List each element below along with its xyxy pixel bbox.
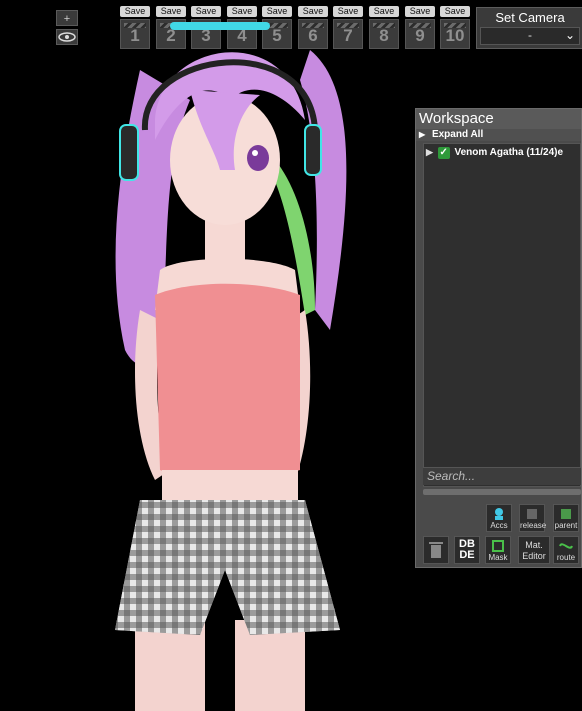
- expand-all-label: Expand All: [431, 129, 484, 140]
- release-label: release: [520, 521, 547, 530]
- save-camera-button[interactable]: Save: [440, 6, 470, 17]
- parent-button[interactable]: parent: [553, 504, 579, 532]
- parent-icon: [561, 509, 571, 519]
- collapse-triangle-icon[interactable]: ▶: [426, 147, 433, 157]
- camera-select-value: -: [528, 28, 532, 42]
- mat-editor-button[interactable]: Mat. Editor: [518, 536, 550, 564]
- route-label: route: [556, 553, 576, 562]
- dbde-button[interactable]: DB DE: [454, 536, 480, 564]
- set-camera-title: Set Camera: [495, 10, 565, 25]
- expand-all-button[interactable]: ▶ Expand All: [416, 129, 581, 141]
- mask-button[interactable]: Mask: [485, 536, 511, 564]
- character-model: [115, 22, 347, 711]
- eye-icon: [58, 32, 76, 42]
- workspace-panel: Workspace ▶ Expand All ▶ ✓ Venom Agatha …: [415, 108, 582, 568]
- visibility-checkbox[interactable]: ✓: [437, 147, 450, 159]
- horizontal-scrollbar[interactable]: [423, 489, 581, 495]
- delete-button[interactable]: [423, 536, 449, 564]
- camera-slot-number: 10: [445, 26, 465, 45]
- accs-label: Accs: [490, 521, 508, 530]
- accessory-icon: [495, 508, 503, 520]
- workspace-tree[interactable]: ▶ ✓ Venom Agatha (11/24)e: [423, 143, 581, 487]
- visibility-eye-button[interactable]: [56, 29, 78, 45]
- chevron-down-icon: ⌄: [564, 28, 575, 42]
- release-icon: [527, 509, 537, 519]
- save-camera-button[interactable]: Save: [405, 6, 435, 17]
- camera-slot-number: 9: [415, 26, 425, 45]
- route-icon: [559, 543, 573, 549]
- tree-node-label: Venom Agatha (11/24)e: [454, 147, 564, 158]
- route-button[interactable]: route: [553, 536, 579, 564]
- accs-button[interactable]: Accs: [486, 504, 512, 532]
- camera-slot: Save 10: [440, 6, 470, 49]
- camera-slot-button[interactable]: 9: [405, 19, 435, 49]
- release-button[interactable]: release: [519, 504, 547, 532]
- parent-label: parent: [554, 521, 578, 530]
- mask-icon: [492, 540, 504, 552]
- set-camera-panel: Set Camera - ⌄: [476, 7, 582, 49]
- tree-node-character[interactable]: ▶ ✓ Venom Agatha (11/24)e: [424, 144, 580, 159]
- workspace-search-input[interactable]: Search...: [423, 467, 581, 485]
- camera-slot: Save 9: [405, 6, 435, 49]
- camera-select[interactable]: - ⌄: [480, 27, 580, 45]
- trash-icon: [429, 542, 443, 558]
- mask-label: Mask: [488, 553, 508, 562]
- expand-triangle-icon: ▶: [419, 130, 426, 139]
- add-button[interactable]: +: [56, 10, 78, 26]
- workspace-title: Workspace: [416, 109, 581, 129]
- camera-slot-button[interactable]: 10: [440, 19, 470, 49]
